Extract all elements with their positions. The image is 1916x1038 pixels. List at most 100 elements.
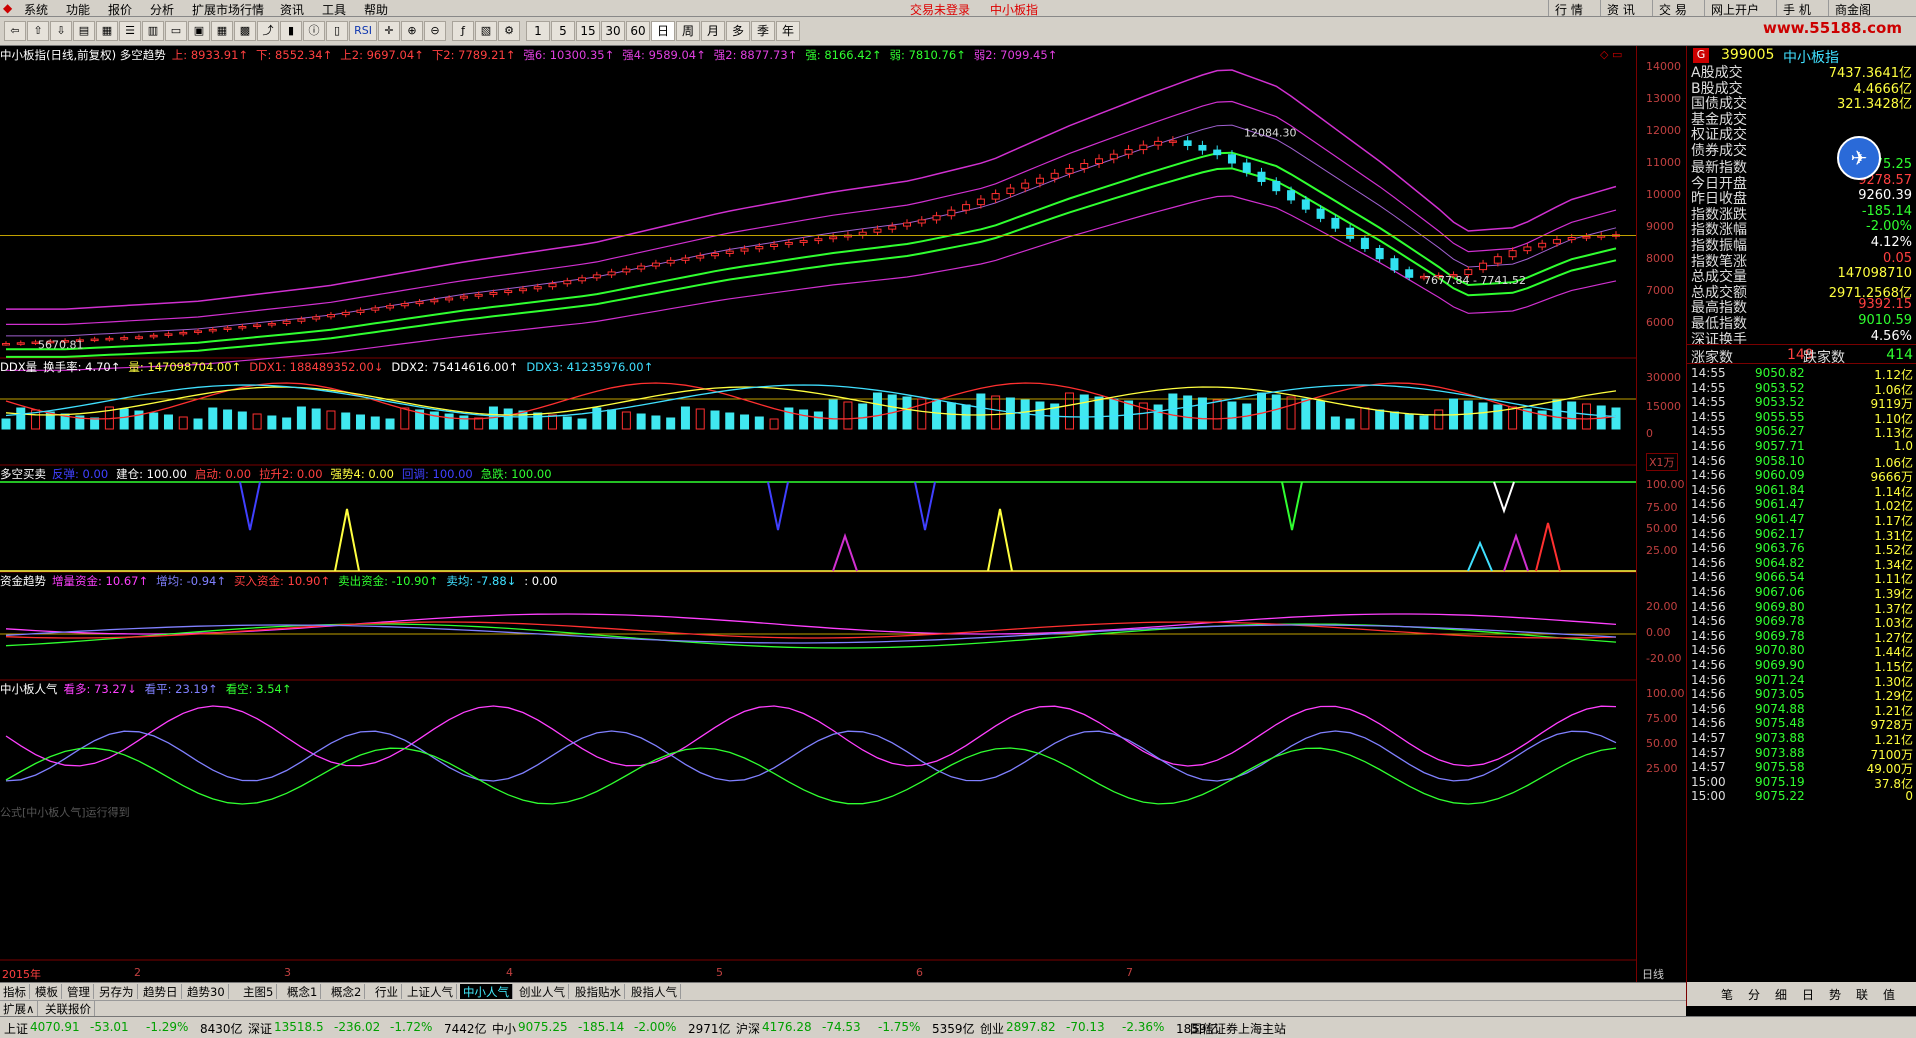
menu-function[interactable]: 功能 <box>66 1 90 16</box>
tick-row[interactable]: 14:56 9060.09 9666万 <box>1687 468 1916 484</box>
indicator-tab[interactable]: 主图5 <box>240 984 278 999</box>
calc-icon[interactable]: ▩ <box>234 21 256 41</box>
tick-row[interactable]: 14:56 9063.76 1.52亿 <box>1687 541 1916 557</box>
rsi-button[interactable]: RSI <box>349 21 377 41</box>
f10-icon[interactable]: ▣ <box>188 21 210 41</box>
indicator-tab[interactable]: 概念2 <box>328 984 366 999</box>
tick-row[interactable]: 15:00 9075.19 37.8亿 <box>1687 775 1916 791</box>
list-icon[interactable]: ☰ <box>119 21 141 41</box>
period-week[interactable]: 周 <box>676 21 700 41</box>
indicator-tab[interactable]: 管理 <box>64 984 94 999</box>
indicator-tab[interactable]: 另存为 <box>96 984 138 999</box>
up-arrow-icon[interactable]: ⇧ <box>27 21 49 41</box>
window-control-icon[interactable]: ◇ ▭ <box>1600 48 1622 61</box>
menu-analysis[interactable]: 分析 <box>150 1 174 16</box>
tick-row[interactable]: 14:56 9057.71 1.0 <box>1687 439 1916 453</box>
menu-help[interactable]: 帮助 <box>364 1 388 16</box>
detail-tab[interactable]: 细 <box>1775 986 1787 1003</box>
period-year[interactable]: 年 <box>776 21 800 41</box>
indicator-tab[interactable]: 趋势日 <box>140 984 182 999</box>
window-split-icon[interactable]: ▧ <box>475 21 497 41</box>
window-icon[interactable]: ▤ <box>73 21 95 41</box>
tick-row[interactable]: 14:56 9061.84 1.14亿 <box>1687 483 1916 499</box>
index-ticker-label[interactable]: 中小 <box>492 1020 516 1037</box>
mode-quote[interactable]: 行 情 <box>1548 0 1589 16</box>
down-arrow-icon[interactable]: ⇩ <box>50 21 72 41</box>
zoom-out-icon[interactable]: ⊖ <box>424 21 446 41</box>
formula-icon[interactable]: ƒ <box>452 21 474 41</box>
tick-row[interactable]: 14:56 9061.47 1.02亿 <box>1687 497 1916 513</box>
menu-news[interactable]: 资讯 <box>280 1 304 16</box>
indicator-tab[interactable]: 行业 <box>372 984 402 999</box>
period-30min[interactable]: 30 <box>601 21 625 41</box>
indicator-tab[interactable]: 趋势30 <box>184 984 229 999</box>
tick-row[interactable]: 14:57 9073.88 1.21亿 <box>1687 731 1916 747</box>
back-icon[interactable]: ⇦ <box>4 21 26 41</box>
period-multi[interactable]: 多 <box>726 21 750 41</box>
detail-tab[interactable]: 日 <box>1802 986 1814 1003</box>
index-ticker-label[interactable]: 沪深 <box>736 1020 760 1037</box>
tick-row[interactable]: 14:57 9075.58 49.00万 <box>1687 760 1916 776</box>
menu-quote[interactable]: 报价 <box>108 1 132 16</box>
crosshair-icon[interactable]: ✛ <box>378 21 400 41</box>
tick-row[interactable]: 14:55 9050.82 1.12亿 <box>1687 366 1916 382</box>
tick-row[interactable]: 14:56 9075.48 9728万 <box>1687 716 1916 732</box>
indicator-tab[interactable]: 创业人气 <box>516 984 569 999</box>
tick-row[interactable]: 14:56 9069.90 1.15亿 <box>1687 658 1916 674</box>
mode-business[interactable]: 商金阁 <box>1828 0 1877 16</box>
chart-canvas[interactable]: 12084.30 7677.84 - 7741.52 5670.81 <box>0 46 1636 982</box>
grid-icon[interactable]: ▦ <box>96 21 118 41</box>
related-quote-tab[interactable]: 关联报价 <box>42 1001 95 1016</box>
mode-mobile[interactable]: 手 机 <box>1776 0 1817 16</box>
detail-tab[interactable]: 势 <box>1829 986 1841 1003</box>
tick-row[interactable]: 14:56 9073.05 1.29亿 <box>1687 687 1916 703</box>
period-5min[interactable]: 5 <box>551 21 575 41</box>
period-quarter[interactable]: 季 <box>751 21 775 41</box>
info-icon[interactable]: ⓘ <box>303 21 325 41</box>
bar-chart-icon[interactable]: ▯ <box>326 21 348 41</box>
table-icon[interactable]: ▦ <box>211 21 233 41</box>
chart-area[interactable]: 12084.30 7677.84 - 7741.52 5670.81 14000 13… <box>0 46 1686 982</box>
period-1min[interactable]: 1 <box>526 21 550 41</box>
indicator-tab[interactable]: 模板 <box>32 984 62 999</box>
indicator-tab[interactable]: 股指人气 <box>628 984 681 999</box>
tick-row[interactable]: 14:55 9056.27 1.13亿 <box>1687 424 1916 440</box>
settings-icon[interactable]: ⚙ <box>498 21 520 41</box>
menu-system[interactable]: 系统 <box>24 1 48 16</box>
index-ticker-label[interactable]: 深证 <box>248 1020 272 1037</box>
tick-row[interactable]: 14:55 9053.52 9119万 <box>1687 395 1916 411</box>
period-month[interactable]: 月 <box>701 21 725 41</box>
indicator-tab[interactable]: 上证人气 <box>404 984 457 999</box>
tick-row[interactable]: 14:56 9061.47 1.17亿 <box>1687 512 1916 528</box>
indicator-tab[interactable]: 中小人气 <box>460 984 513 999</box>
tick-row[interactable]: 14:57 9073.88 7100万 <box>1687 746 1916 762</box>
period-day[interactable]: 日 <box>651 21 675 41</box>
index-ticker-label[interactable]: 上证 <box>4 1020 28 1037</box>
tick-row[interactable]: 15:00 9075.22 0 <box>1687 789 1916 803</box>
menu-tools[interactable]: 工具 <box>322 1 346 16</box>
mode-trade[interactable]: 交 易 <box>1652 0 1693 16</box>
menu-extended-market[interactable]: 扩展市场行情 <box>192 1 264 16</box>
indicator-tab[interactable]: 指标 <box>0 984 30 999</box>
detail-tab[interactable]: 笔 <box>1721 986 1733 1003</box>
screen-icon[interactable]: ▭ <box>165 21 187 41</box>
tick-row[interactable]: 14:56 9067.06 1.39亿 <box>1687 585 1916 601</box>
tick-row[interactable]: 14:56 9062.17 1.31亿 <box>1687 527 1916 543</box>
tick-row[interactable]: 14:56 9064.82 1.34亿 <box>1687 556 1916 572</box>
period-60min[interactable]: 60 <box>626 21 650 41</box>
tick-row[interactable]: 14:56 9066.54 1.11亿 <box>1687 570 1916 586</box>
zoom-in-icon[interactable]: ⊕ <box>401 21 423 41</box>
tick-row[interactable]: 14:56 9069.78 1.03亿 <box>1687 614 1916 630</box>
detail-tab[interactable]: 值 <box>1883 986 1895 1003</box>
detail-tab[interactable]: 联 <box>1856 986 1868 1003</box>
index-ticker-label[interactable]: 创业 <box>980 1020 1004 1037</box>
tick-row[interactable]: 14:56 9069.78 1.27亿 <box>1687 629 1916 645</box>
mode-news[interactable]: 资 讯 <box>1600 0 1641 16</box>
tick-row[interactable]: 14:56 9071.24 1.30亿 <box>1687 673 1916 689</box>
indicator-tab[interactable]: 概念1 <box>284 984 322 999</box>
tick-row[interactable]: 14:56 9070.80 1.44亿 <box>1687 643 1916 659</box>
chart-icon[interactable]: ▥ <box>142 21 164 41</box>
trend-icon[interactable]: ⤴ <box>257 21 279 41</box>
kline-icon[interactable]: ▮ <box>280 21 302 41</box>
tick-row[interactable]: 14:56 9069.80 1.37亿 <box>1687 600 1916 616</box>
